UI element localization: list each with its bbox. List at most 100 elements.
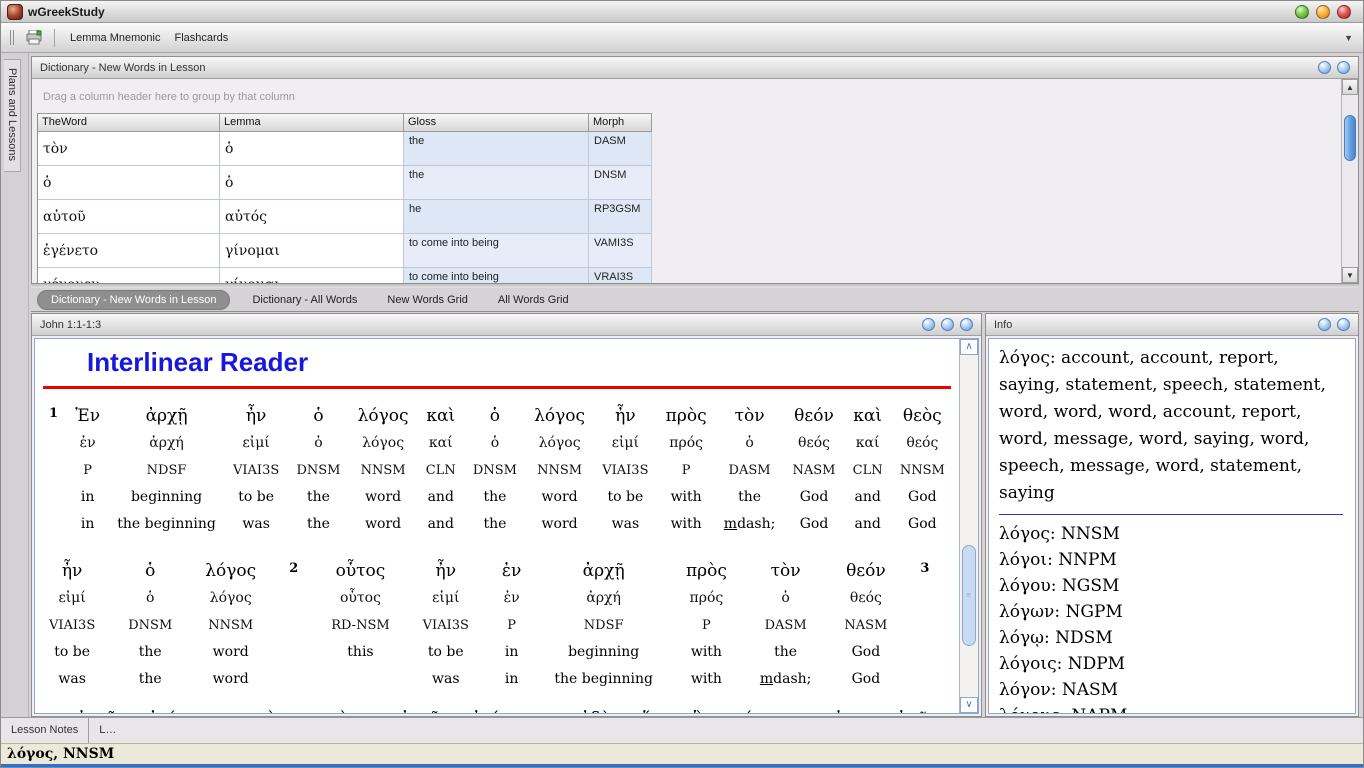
print-button[interactable] (22, 27, 46, 49)
interlinear-word[interactable]: ἐνἐνPinin (502, 558, 521, 693)
panel-menu-button[interactable] (922, 318, 935, 331)
interlinear-word[interactable]: ἘνἐνPinin (75, 403, 100, 538)
scrollbar-thumb[interactable]: ≡ (962, 545, 976, 646)
panel-pin-button[interactable] (1318, 61, 1331, 74)
interlinear-word[interactable]: πρὸςπρόςPwithwith (686, 558, 727, 693)
interlinear-word[interactable]: ὁὁDNSMthethe (296, 403, 340, 538)
bottom-tab-lesson-notes[interactable]: Lesson Notes (1, 718, 88, 743)
interlinear-word[interactable]: λόγοςλόγοςNNSMwordword (534, 403, 585, 538)
panel-close-button[interactable] (1337, 318, 1350, 331)
table-row[interactable]: αὐτοῦαὐτόςheRP3GSM (38, 200, 652, 234)
menu-item-flashcards[interactable]: Flashcards (167, 27, 235, 49)
table-row[interactable]: ὁὁtheDNSM (38, 166, 652, 200)
gloss: God (900, 484, 945, 511)
scroll-down-arrow-icon[interactable]: ∨ (960, 697, 978, 713)
table-row[interactable]: ἐγένετογίνομαιto come into beingVAMI3S (38, 234, 652, 268)
sidebar-tab-plans-and-lessons[interactable]: Plans and Lessons (4, 59, 21, 172)
dictionary-panel-title: Dictionary - New Words in Lesson (40, 62, 205, 74)
gloss: God (844, 639, 887, 666)
interlinear-word[interactable]: τὸνὁDASMthemdash; (760, 558, 812, 693)
info-panel-buttons (1318, 318, 1350, 331)
scroll-up-arrow-icon[interactable]: ∧ (960, 339, 978, 355)
interlinear-word[interactable]: ἦνεἰμίVIAI3Sto bewas (602, 403, 648, 538)
maximize-button[interactable] (1316, 5, 1330, 19)
morph-code: NDSF (117, 457, 216, 484)
greek-surface: ἦν (49, 558, 95, 585)
panel-close-button[interactable] (1337, 61, 1350, 74)
interlinear-word[interactable]: ἀρχῇἀρχήNDSFbeginningthe beginning (117, 403, 216, 538)
toolbar: Lemma Mnemonic Flashcards ▼ (1, 23, 1363, 53)
interlinear-word[interactable]: ἦνεἰμίVIAI3Sto bewas (233, 403, 279, 538)
scroll-up-arrow-icon[interactable]: ▲ (1342, 79, 1358, 95)
reader-panel: John 1:1-1:3 Interlinear Reader 1ἘνἐνPin… (31, 313, 982, 717)
minimize-button[interactable] (1295, 5, 1309, 19)
greek-surface: ὁ (296, 403, 340, 430)
toolbar-grip-handle[interactable] (10, 30, 14, 45)
gloss: the (760, 639, 812, 666)
greek-lemma: λόγος (358, 430, 409, 457)
dock-tab-dictionary-new-words-in-lesson[interactable]: Dictionary - New Words in Lesson (37, 290, 230, 310)
dock-tab-all-words-grid[interactable]: All Words Grid (490, 291, 577, 309)
column-header-morph[interactable]: Morph (589, 113, 652, 132)
reader-scrollbar[interactable]: ∧ ≡ ∨ (959, 339, 978, 713)
interlinear-word[interactable]: τὸνὁDASMthemdash; (724, 403, 776, 538)
panel-close-button[interactable] (960, 318, 973, 331)
panel-pin-button[interactable] (941, 318, 954, 331)
interlinear-word[interactable]: ὁὁDNSMthethe (473, 403, 517, 538)
morph-code: P (75, 457, 100, 484)
cell-gloss: the (404, 132, 589, 166)
interlinear-word[interactable]: πρὸςπρόςPwithwith (666, 403, 707, 538)
interlinear-word[interactable]: καὶκαίCLNandand (426, 403, 456, 538)
close-button[interactable] (1337, 5, 1351, 19)
gloss: word (205, 639, 256, 666)
dictionary-panel-header[interactable]: Dictionary - New Words in Lesson (32, 57, 1358, 79)
interlinear-word[interactable]: θεόνθεόςNASMGodGod (793, 403, 836, 538)
interlinear-word[interactable]: ἦνεἰμίVIAI3Sto bewas (49, 558, 95, 693)
interlinear-word[interactable]: ἀρχῇἀρχήNDSFbeginningthe beginning (554, 558, 653, 693)
dock-tab-dictionary-all-words[interactable]: Dictionary - All Words (244, 291, 365, 309)
greek-lemma: εἰμί (49, 585, 95, 612)
interlinear-word[interactable]: ὁὁDNSMthethe (128, 558, 172, 693)
info-panel-header[interactable]: Info (986, 314, 1358, 336)
dictionary-panel: Dictionary - New Words in Lesson Drag a … (31, 56, 1359, 284)
cell-lemma: γίνομαι (220, 234, 404, 268)
translation: in (502, 666, 521, 693)
column-header-theword[interactable]: TheWord (38, 113, 220, 132)
translation: mdash; (760, 666, 812, 693)
interlinear-word[interactable]: θεόνθεόςNASMGodGod (844, 558, 887, 693)
interlinear-word[interactable]: καὶκαίCLNandand (853, 403, 883, 538)
translation (331, 666, 389, 693)
scroll-down-arrow-icon[interactable]: ▼ (1342, 267, 1358, 283)
interlinear-word[interactable]: θεὸςθεόςNNSMGodGod (900, 403, 945, 538)
info-divider (999, 514, 1343, 515)
scrollbar-grip-icon: ≡ (963, 591, 975, 600)
title-bar[interactable]: wGreekStudy (1, 1, 1363, 23)
column-header-lemma[interactable]: Lemma (220, 113, 404, 132)
bottom-tab-truncated[interactable]: L… (88, 718, 126, 743)
morph-code: RD-NSM (331, 612, 389, 639)
column-header-gloss[interactable]: Gloss (404, 113, 589, 132)
lexical-form-row: λόγου: NGSM (999, 573, 1345, 599)
panel-pin-button[interactable] (1318, 318, 1331, 331)
table-row[interactable]: γέγονενγίνομαιto come into beingVRAI3S (38, 268, 652, 283)
greek-surface: ὁ (473, 403, 517, 430)
morph-code: NNSM (534, 457, 585, 484)
greek-lemma: ἀρχή (554, 585, 653, 612)
dictionary-scrollbar[interactable]: ▲ ▼ (1341, 79, 1358, 283)
interlinear-word[interactable]: λόγοςλόγοςNNSMwordword (358, 403, 409, 538)
table-row[interactable]: τὸνὁtheDASM (38, 132, 652, 166)
morph-code: VIAI3S (423, 612, 469, 639)
verse-number: 3 (920, 558, 929, 693)
interlinear-word[interactable]: ἦνεἰμίVIAI3Sto bewas (423, 558, 469, 693)
toolbar-overflow-arrow-icon[interactable]: ▼ (1344, 33, 1353, 43)
morph-code: DASM (760, 612, 812, 639)
interlinear-row: 1ἘνἐνPininἀρχῇἀρχήNDSFbeginningthe begin… (35, 403, 959, 538)
dock-tab-strip: Dictionary - New Words in Lesson Dictiona… (31, 288, 1359, 312)
menu-item-lemma-mnemonic[interactable]: Lemma Mnemonic (63, 27, 167, 49)
dock-tab-new-words-grid[interactable]: New Words Grid (379, 291, 475, 309)
scrollbar-thumb[interactable] (1344, 115, 1356, 161)
interlinear-word[interactable]: λόγοςλόγοςNNSMwordword (205, 558, 256, 693)
reader-panel-header[interactable]: John 1:1-1:3 (32, 314, 981, 336)
morph-code: NNSM (900, 457, 945, 484)
interlinear-word[interactable]: οὗτοςοὗτοςRD-NSMthis (331, 558, 389, 693)
